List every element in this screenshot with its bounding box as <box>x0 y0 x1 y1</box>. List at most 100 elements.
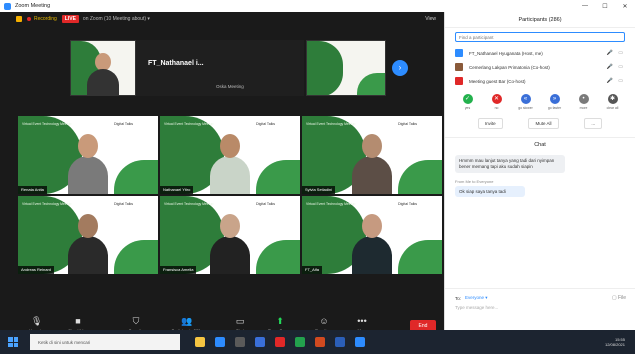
reaction-button[interactable]: ✱ clear all <box>603 94 623 110</box>
reaction-icon: » <box>549 94 560 104</box>
participant-row[interactable]: Meeting guest Bar (Co-host) 🎤 ▭ <box>445 74 635 88</box>
to-label: To: <box>455 295 462 301</box>
reaction-icon: ✕ <box>491 94 502 104</box>
participant-body <box>352 156 392 194</box>
participant-figure <box>210 134 250 194</box>
virtual-background-logo: Digital Talks <box>256 122 276 126</box>
virtual-background-shape <box>114 160 158 194</box>
strip-video-right[interactable] <box>306 40 386 96</box>
reaction-button[interactable]: ✕ no <box>487 94 507 110</box>
participant-row[interactable]: FT_Nathanael Hyuganata (Host, me) 🎤 ▭ <box>445 46 635 60</box>
side-panel: Participants (286) FT_Nathanael Hyuganat… <box>444 12 635 330</box>
virtual-background-text: Virtual Event Technology Meetup <box>164 202 214 206</box>
close-button[interactable]: ✕ <box>615 3 635 10</box>
zoom-taskbar-icon[interactable] <box>355 337 365 347</box>
reaction-icon: ✓ <box>462 94 473 104</box>
recording-label[interactable]: Recording <box>34 16 57 22</box>
chrome-icon[interactable] <box>275 337 285 347</box>
strip-video-left[interactable] <box>70 40 136 96</box>
virtual-background-logo: Digital Talks <box>114 202 134 206</box>
edge-icon[interactable] <box>215 337 225 347</box>
virtual-background-text: Virtual Event Technology Meetup <box>164 122 214 126</box>
participant-body <box>352 236 392 274</box>
title-bar: Zoom Meeting — ☐ ✕ <box>0 0 635 12</box>
participant-search[interactable] <box>455 32 625 42</box>
window-title: Zoom Meeting <box>15 3 51 9</box>
participant-video-tile[interactable]: Virtual Event Technology Meetup Digital T… <box>160 116 300 194</box>
participant-name-label: Nathanael Yitro <box>160 186 194 194</box>
reaction-button[interactable]: • more <box>574 94 594 110</box>
chat-sender-label: From Me to Everyone <box>455 179 494 184</box>
participant-video-tile[interactable]: Virtual Event Technology Meetup Digital T… <box>18 196 158 274</box>
participant-avatar <box>455 63 463 71</box>
taskbar-app-icons <box>190 337 370 347</box>
zoom-window: Zoom Meeting — ☐ ✕ Recording LIVE on Zoo… <box>0 0 635 354</box>
virtual-background-logo: Digital Talks <box>398 122 418 126</box>
file-explorer-icon[interactable] <box>195 337 205 347</box>
live-badge[interactable]: LIVE <box>61 15 79 23</box>
meeting-topbar: Recording LIVE on Zoom (10 Meeting about… <box>0 12 444 26</box>
participant-head <box>220 214 240 238</box>
file-label: File <box>617 295 626 301</box>
reaction-label: no <box>494 106 499 110</box>
powerpoint-icon[interactable] <box>315 337 325 347</box>
participant-figure <box>352 214 392 274</box>
participant-figure <box>68 214 108 274</box>
minimize-button[interactable]: — <box>575 3 595 10</box>
windows-taskbar: Ketik di sini untuk mencari 15:55 12/08/… <box>0 330 635 354</box>
participant-video-tile[interactable]: Virtual Event Technology Meetup Digital T… <box>160 196 300 274</box>
file-button[interactable]: ▢ File <box>612 295 626 301</box>
participant-name-label: Sylvia Setiadini <box>302 186 336 194</box>
participant-name-label: Andreas Reinard <box>18 266 55 274</box>
participant-video-tile[interactable]: Virtual Event Technology Meetup Digital T… <box>302 196 442 274</box>
participant-figure <box>352 134 392 194</box>
excel-icon[interactable] <box>295 337 305 347</box>
recording-dot-icon <box>27 17 31 21</box>
participant-video-tile[interactable]: Virtual Event Technology Meetup Digital T… <box>18 116 158 194</box>
live-stream-info[interactable]: on Zoom (10 Meeting about) ▾ <box>83 16 150 22</box>
participant-avatar <box>455 49 463 57</box>
active-speaker-sub: Oska Meeting <box>216 84 244 89</box>
reaction-button[interactable]: « go slower <box>516 94 536 110</box>
security-shield-icon[interactable] <box>16 16 22 22</box>
virtual-background-logo: Digital Talks <box>114 122 134 126</box>
store-icon[interactable] <box>235 337 245 347</box>
taskbar-search[interactable]: Ketik di sini untuk mencari <box>30 334 180 350</box>
zoom-app-icon <box>4 2 11 10</box>
participant-video-tile[interactable]: Virtual Event Technology Meetup Digital T… <box>302 116 442 194</box>
participant-figure <box>210 214 250 274</box>
reaction-icon: • <box>578 94 589 104</box>
next-page-arrow-icon[interactable]: › <box>392 60 408 76</box>
participant-avatar <box>455 77 463 85</box>
strip-active-speaker[interactable]: FT_Nathanael i... Oska Meeting <box>136 40 304 96</box>
word-icon[interactable] <box>335 337 345 347</box>
view-button[interactable]: View <box>425 16 436 22</box>
invite-button[interactable]: Invite <box>477 118 503 129</box>
reaction-button[interactable]: » go faster <box>545 94 565 110</box>
chat-panel-title: Chat <box>445 137 635 151</box>
mail-icon[interactable] <box>255 337 265 347</box>
mic-video-status-icon: 🎤 ▭ <box>606 78 625 84</box>
participants-panel-title: Participants (286) <box>445 12 635 28</box>
system-tray-clock[interactable]: 15:55 12/08/2021 <box>605 337 625 347</box>
more-dots-icon: ••• <box>357 316 367 326</box>
recipient-dropdown[interactable]: Everyone ▾ <box>465 295 488 301</box>
virtual-background-logo: Digital Talks <box>256 202 276 206</box>
windows-start-icon[interactable] <box>8 337 18 347</box>
mute-all-button[interactable]: Mute All <box>528 118 559 129</box>
participant-search-input[interactable] <box>459 34 621 40</box>
active-speaker-name: FT_Nathanael i... <box>148 60 204 67</box>
virtual-background-shape <box>398 160 442 194</box>
virtual-background-text: Virtual Event Technology Meetup <box>306 122 356 126</box>
participant-body <box>68 156 108 194</box>
chat-message-input[interactable]: Type message here... <box>445 301 635 314</box>
reaction-button[interactable]: ✓ yes <box>458 94 478 110</box>
maximize-button[interactable]: ☐ <box>595 3 615 10</box>
microphone-icon: 🎙 <box>31 316 43 326</box>
participant-body <box>210 236 250 274</box>
participant-row-name: FT_Nathanael Hyuganata (Host, me) <box>469 50 543 56</box>
participant-head <box>362 134 382 158</box>
participant-head <box>220 134 240 158</box>
more-options-button[interactable]: ... <box>584 118 603 129</box>
participant-row[interactable]: Cemerlang Lakpan Primatonia (Co-host) 🎤 ▭ <box>445 60 635 74</box>
